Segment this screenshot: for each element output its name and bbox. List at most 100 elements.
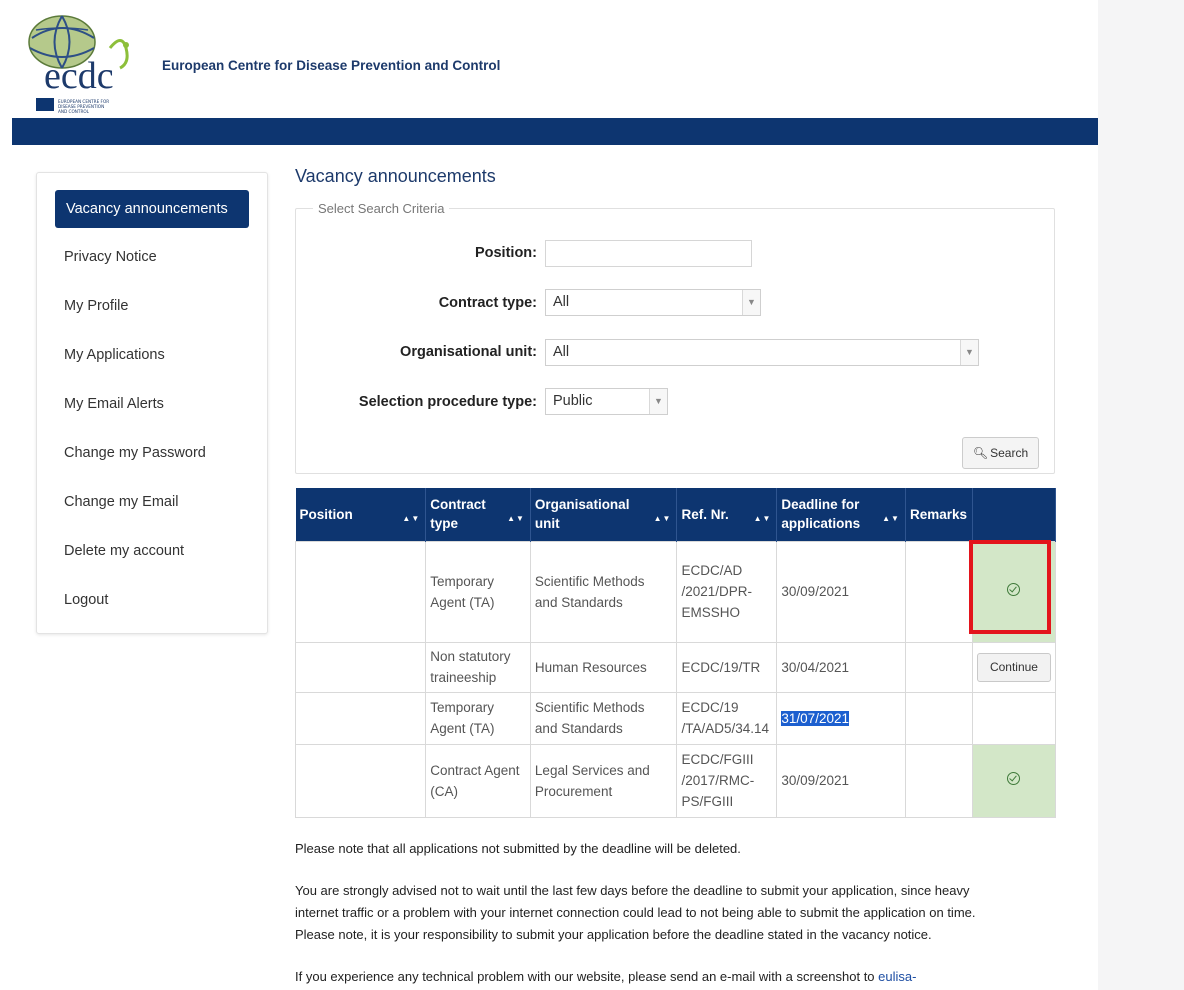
sidebar-nav: Vacancy announcements Privacy Notice My … (36, 172, 268, 634)
cell-deadline: 30/09/2021 (776, 743, 906, 818)
sort-icon[interactable]: ▲▼ (507, 509, 525, 528)
site-header: ecdc EUROPEAN CENTRE FOR DISEASE PREVENT… (12, 0, 1098, 118)
sidebar-item-my-email-alerts[interactable]: My Email Alerts (55, 385, 249, 423)
sort-icon[interactable]: ▲▼ (754, 509, 772, 528)
cell-position (294, 540, 427, 643)
cell-deadline: 30/09/2021 (776, 540, 906, 643)
organisational-unit-select[interactable]: All ▼ (545, 339, 979, 366)
sidebar-item-my-profile[interactable]: My Profile (55, 287, 249, 325)
cell-contract-type: Temporary Agent (TA) (425, 540, 531, 643)
search-button[interactable]: 🔍︎ Search (962, 437, 1039, 469)
table-row: Temporary Agent (TA) Scientific Methods … (294, 540, 1057, 643)
cell-text: PS/FGIII (681, 794, 734, 809)
cell-action: Continue (971, 641, 1057, 693)
column-header-ref-label: Ref. Nr. (681, 506, 729, 522)
cell-text: /TA/AD5/34.14 (681, 721, 769, 736)
sidebar-item-change-password[interactable]: Change my Password (55, 434, 249, 472)
table-header-row: Position ▲▼ Contract type ▲▼ Organisatio… (295, 488, 1057, 541)
cell-contract-type: Non statutory traineeship (425, 641, 531, 693)
cell-text: and Standards (534, 721, 623, 736)
cell-contract-type: Temporary Agent (TA) (425, 691, 531, 745)
continue-button[interactable]: Continue (976, 652, 1051, 682)
column-header-position[interactable]: Position ▲▼ (295, 488, 427, 541)
procedure-type-select[interactable]: Public ▼ (545, 388, 668, 415)
sidebar-item-delete-account[interactable]: Delete my account (55, 532, 249, 570)
note-advice-line-1: You are strongly advised not to wait unt… (295, 883, 970, 898)
sort-icon[interactable]: ▲▼ (654, 509, 672, 528)
cell-text: Contract Agent (430, 762, 520, 778)
cell-remarks (904, 641, 973, 693)
cell-remarks (904, 691, 973, 745)
ecdc-logo[interactable]: ecdc EUROPEAN CENTRE FOR DISEASE PREVENT… (22, 8, 162, 118)
cell-text: /2021/DPR- (681, 584, 752, 599)
note-advice-line-2: internet traffic or a problem with your … (295, 905, 976, 920)
page: ecdc EUROPEAN CENTRE FOR DISEASE PREVENT… (12, 0, 1098, 990)
note-technical-problem: If you experience any technical problem … (295, 966, 1075, 988)
cell-text: traineeship (430, 670, 497, 685)
chevron-down-icon: ▼ (960, 340, 978, 365)
table-row: Non statutory traineeship Human Resource… (294, 641, 1057, 693)
sidebar-item-privacy-notice[interactable]: Privacy Notice (55, 238, 249, 276)
column-header-org-label-2: unit (534, 516, 560, 532)
cell-ref-nr: ECDC/19/TR (676, 641, 778, 693)
cell-ref-nr: ECDC/AD /2021/DPR- EMSSHO (676, 540, 778, 643)
column-header-remarks: Remarks (905, 488, 973, 541)
cell-text: Agent (TA) (430, 594, 495, 610)
search-button-label: Search (990, 446, 1029, 460)
cell-text: Temporary (430, 700, 495, 715)
right-gutter (1098, 0, 1184, 990)
cell-text: Temporary (430, 573, 495, 589)
chevron-down-icon: ▼ (649, 389, 667, 414)
position-input[interactable] (545, 240, 752, 267)
cell-text: ECDC/AD (681, 563, 743, 578)
cell-remarks (904, 540, 973, 643)
column-header-deadline-label-1: Deadline for (781, 497, 860, 513)
cell-text: Agent (TA) (430, 721, 495, 736)
sidebar-item-my-applications[interactable]: My Applications (55, 336, 249, 374)
sort-icon[interactable]: ▲▼ (402, 509, 420, 528)
sidebar-item-change-email[interactable]: Change my Email (55, 483, 249, 521)
column-header-action (972, 488, 1057, 541)
cell-text: and Standards (534, 594, 623, 610)
sidebar-item-vacancy-announcements[interactable]: Vacancy announcements (55, 190, 249, 228)
cell-text: Procurement (534, 783, 613, 799)
organisational-unit-value: All (553, 344, 570, 360)
cell-deadline: 31/07/2021 (776, 691, 906, 745)
column-header-contract-label-2: type (430, 516, 459, 532)
chevron-down-icon: ▼ (742, 290, 760, 315)
cell-ref-nr: ECDC/19 /TA/AD5/34.14 (676, 691, 778, 745)
search-criteria-panel: Select Search Criteria Position: Contrac… (295, 201, 1055, 474)
column-header-remarks-label: Remarks (909, 506, 967, 522)
cell-text: Scientific Methods (534, 700, 645, 715)
cell-text: /2017/RMC- (681, 773, 755, 788)
column-header-contract-label-1: Contract (430, 497, 486, 513)
search-criteria-legend: Select Search Criteria (313, 201, 450, 216)
cell-action-submitted[interactable] (971, 743, 1057, 818)
cell-text: Scientific Methods (534, 573, 645, 589)
column-header-ref-nr[interactable]: Ref. Nr. ▲▼ (676, 488, 778, 541)
note-technical-text: If you experience any technical problem … (295, 969, 879, 984)
procedure-type-value: Public (553, 393, 593, 409)
column-header-position-label: Position (299, 506, 353, 522)
cell-organisational-unit: Scientific Methods and Standards (529, 540, 678, 643)
column-header-deadline[interactable]: Deadline for applications ▲▼ (776, 488, 906, 541)
table-row: Contract Agent (CA) Legal Services and P… (294, 743, 1057, 818)
note-deadline: Please note that all applications not su… (295, 841, 741, 856)
support-email-link[interactable]: eulisa- (878, 969, 916, 984)
page-title: Vacancy announcements (295, 166, 496, 186)
cell-ref-nr: ECDC/FGIII /2017/RMC- PS/FGIII (676, 743, 778, 818)
position-label: Position: (474, 245, 537, 261)
check-circle-icon[interactable] (1007, 772, 1021, 785)
cell-deadline: 30/04/2021 (776, 641, 906, 693)
sort-icon[interactable]: ▲▼ (882, 509, 900, 528)
note-advice: You are strongly advised not to wait unt… (295, 880, 1075, 946)
column-header-contract-type[interactable]: Contract type ▲▼ (425, 488, 531, 541)
sidebar-item-logout[interactable]: Logout (55, 581, 249, 619)
contract-type-value: All (553, 294, 570, 310)
table-row: Temporary Agent (TA) Scientific Methods … (294, 691, 1057, 745)
contract-type-select[interactable]: All ▼ (545, 289, 761, 316)
column-header-organisational-unit[interactable]: Organisational unit ▲▼ (530, 488, 678, 541)
cell-organisational-unit: Scientific Methods and Standards (529, 691, 678, 745)
organisational-unit-label: Organisational unit: (400, 344, 537, 360)
cell-action (971, 691, 1057, 745)
